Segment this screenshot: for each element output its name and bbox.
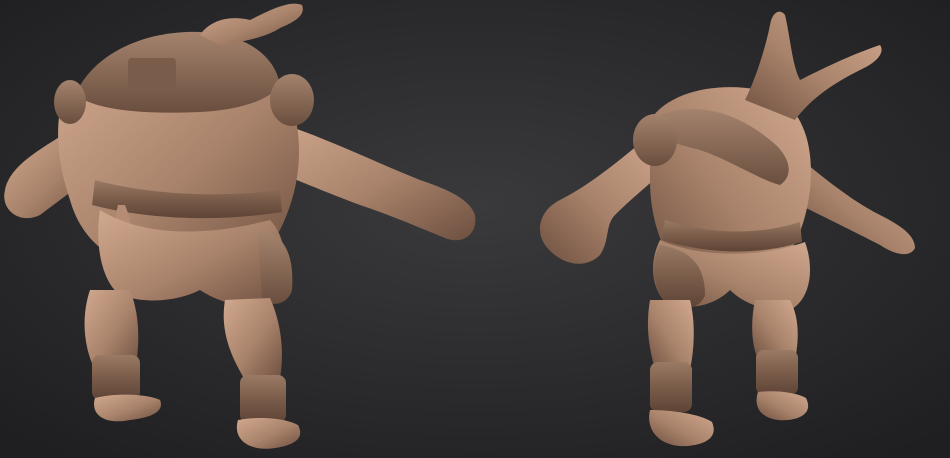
shoulder-pad-right <box>270 74 314 126</box>
leg-left <box>647 300 694 370</box>
shoulder-pad-left <box>54 80 86 124</box>
ankle-wrap-left <box>650 362 692 412</box>
render-viewport <box>0 0 950 458</box>
shoulder-pad-left <box>633 114 677 166</box>
ankle-wrap-left <box>92 355 140 400</box>
ankle-wrap-right <box>240 375 286 423</box>
ankle-wrap-right <box>756 350 798 395</box>
shell-plate <box>128 58 176 88</box>
sculpt-render <box>0 0 950 458</box>
